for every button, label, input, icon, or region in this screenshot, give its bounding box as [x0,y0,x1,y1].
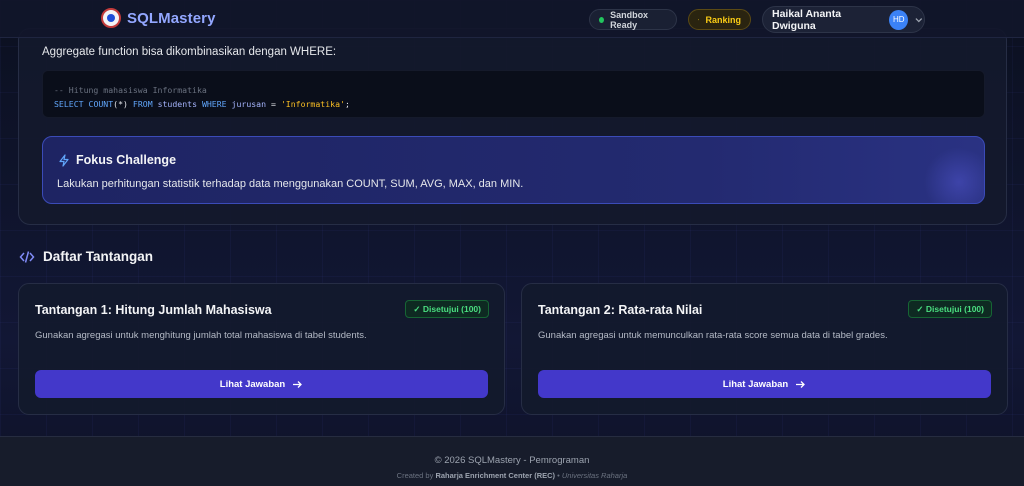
challenge-title: Tantangan 1: Hitung Jumlah Mahasiswa [35,303,272,317]
footer-credit: Created by Raharja Enrichment Center (RE… [0,471,1024,480]
challenge-description: Gunakan agregasi untuk memunculkan rata-… [538,330,888,341]
view-answer-label: Lihat Jawaban [722,378,789,390]
code-operator: = [270,99,276,109]
chevron-down-icon [915,17,923,22]
bar-chart-icon [698,19,700,21]
footer-created-by: Created by [396,471,434,480]
focus-title-label: Fokus Challenge [76,153,177,167]
lesson-intro-text: Aggregate function bisa dikombinasikan d… [42,46,337,58]
code-keyword-where: WHERE [201,99,227,109]
ranking-button[interactable]: Ranking [688,9,751,30]
code-column-name: jurusan [231,99,267,109]
view-answer-button[interactable]: Lihat Jawaban [35,370,488,398]
focus-title: Fokus Challenge [58,153,176,167]
avatar: HD [889,9,909,30]
code-string-value: 'Informatika' [280,99,345,109]
arrow-right-icon [796,380,806,388]
status-dot-icon [599,16,605,23]
code-count-args: (*) [113,99,128,109]
code-semicolon: ; [344,99,350,109]
focus-challenge-box: Fokus Challenge Lakukan perhitungan stat… [42,136,985,204]
footer: © 2026 SQLMastery - Pemrograman Created … [0,436,1024,486]
sandbox-status-badge: Sandbox Ready [589,9,677,30]
challenge-description: Gunakan agregasi untuk menghitung jumlah… [35,330,367,341]
footer-copyright: © 2026 SQLMastery - Pemrograman [434,455,590,466]
arrow-right-icon [293,380,303,388]
ranking-label: Ranking [705,14,741,25]
footer-university: Universitas Raharja [561,471,628,480]
code-block: -- Hitung mahasiswa Informatika SELECT C… [42,70,985,118]
status-badge: ✓ Disetujui (100) [908,300,992,318]
view-answer-button[interactable]: Lihat Jawaban [538,370,991,398]
challenge-card: Tantangan 2: Rata-rata Nilai ✓ Disetujui… [521,283,1008,415]
code-keyword-select: SELECT [54,99,84,109]
user-name: Haikal Ananta Dwiguna [772,7,842,32]
user-menu[interactable]: Haikal Ananta Dwiguna HD [762,6,925,33]
code-keyword-from: FROM [132,99,153,109]
top-navbar: SQLMastery Sandbox Ready Ranking Haikal … [0,0,1024,38]
university-seal-logo [101,8,121,28]
brand-name: SQLMastery [127,9,216,27]
sandbox-status-label: Sandbox Ready [610,9,649,30]
footer-org-link[interactable]: Raharja Enrichment Center (REC) [435,471,555,480]
code-icon [19,250,35,263]
lesson-card: Aggregate function bisa dikombinasikan d… [18,28,1007,225]
brand[interactable]: SQLMastery [101,8,216,28]
lightning-icon [59,153,69,167]
section-title: Daftar Tantangan [43,249,154,264]
view-answer-label: Lihat Jawaban [219,378,286,390]
challenge-title: Tantangan 2: Rata-rata Nilai [538,303,703,317]
code-comment: -- Hitung mahasiswa Informatika [54,85,207,95]
challenges-section-header: Daftar Tantangan [19,249,153,264]
focus-description: Lakukan perhitungan statistik terhadap d… [57,178,524,190]
code-function-count: COUNT [88,99,114,109]
footer-separator: • [557,471,560,480]
code-table-name: students [157,99,197,109]
challenge-card: Tantangan 1: Hitung Jumlah Mahasiswa ✓ D… [18,283,505,415]
status-badge: ✓ Disetujui (100) [405,300,489,318]
